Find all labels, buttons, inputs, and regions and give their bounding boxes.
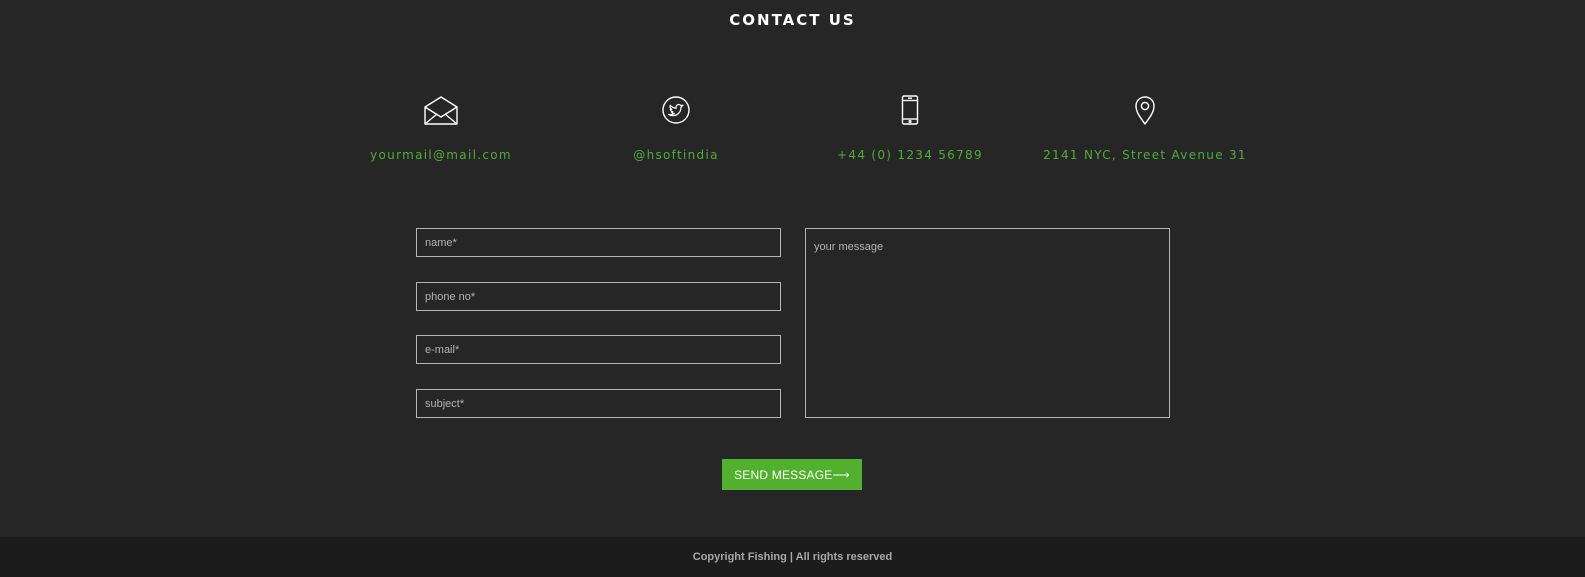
contact-address-text: 2141 NYC, Street Avenue 31 — [1043, 148, 1247, 162]
section-title: CONTACT US — [729, 11, 856, 29]
contact-twitter: @hsoftindia — [556, 94, 796, 162]
copyright-text: Copyright Fishing | All rights reserved — [692, 551, 893, 563]
contact-phone-text[interactable]: +44 (0) 1234 56789 — [837, 148, 983, 162]
email-input[interactable] — [416, 335, 781, 364]
name-input[interactable] — [416, 228, 781, 257]
contact-email-text[interactable]: yourmail@mail.com — [370, 148, 512, 162]
smartphone-icon — [901, 95, 919, 125]
map-pin-icon — [1135, 96, 1155, 125]
footer: Copyright Fishing | All rights reserved — [0, 537, 1585, 577]
contact-phone: +44 (0) 1234 56789 — [790, 94, 1030, 162]
contact-page: CONTACT US yourmail@mail.com @hsoftindia — [0, 0, 1585, 577]
contact-address: 2141 NYC, Street Avenue 31 — [1025, 94, 1265, 162]
twitter-icon — [662, 96, 690, 124]
message-textarea[interactable] — [805, 228, 1170, 418]
send-message-button[interactable]: SEND MESSAGE⟶ — [722, 459, 862, 490]
contact-twitter-text[interactable]: @hsoftindia — [633, 148, 718, 162]
envelope-icon — [424, 96, 458, 125]
subject-input[interactable] — [416, 389, 781, 418]
phone-input[interactable] — [416, 282, 781, 311]
contact-email: yourmail@mail.com — [321, 94, 561, 162]
